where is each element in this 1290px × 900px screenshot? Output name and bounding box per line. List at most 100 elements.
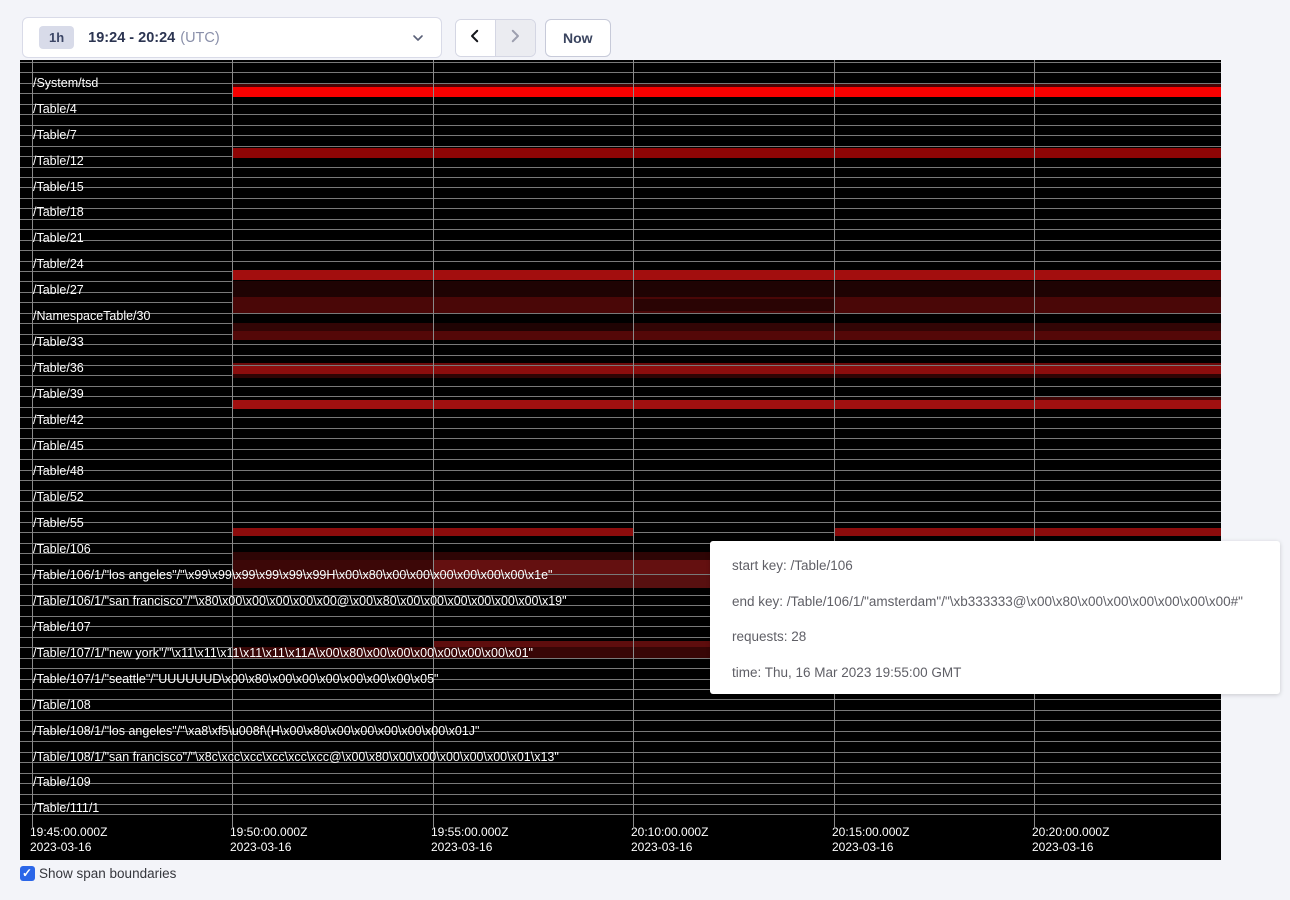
- span-boundary-line: [20, 501, 1221, 502]
- chevron-left-icon: [466, 27, 484, 50]
- heat-band: [232, 400, 1221, 409]
- span-boundary-line: [20, 146, 1221, 147]
- x-axis-tick: 20:10:00.000Z2023-03-16: [631, 825, 708, 855]
- span-boundary-line: [20, 125, 1221, 126]
- span-boundary-line: [20, 522, 1221, 523]
- span-boundary-line: [20, 511, 1221, 512]
- row-label: /Table/27: [33, 283, 84, 297]
- span-boundary-line: [20, 62, 1221, 63]
- span-boundary-line: [20, 720, 1221, 721]
- now-button[interactable]: Now: [545, 19, 611, 57]
- chevron-down-icon: [411, 31, 425, 50]
- chevron-right-icon: [506, 27, 524, 50]
- span-boundary-line: [20, 135, 1221, 136]
- row-label: /Table/106: [33, 542, 91, 556]
- span-boundary-line: [20, 794, 1221, 795]
- heat-band: [232, 363, 1221, 365]
- heat-band: [834, 528, 1221, 536]
- time-gridline: [834, 60, 835, 829]
- next-interval-button-disabled[interactable]: [496, 20, 536, 56]
- heat-band: [232, 331, 1221, 340]
- row-label: /Table/107/1/"seattle"/"UUUUUUD\x00\x80\…: [33, 672, 438, 686]
- time-range-timezone: (UTC): [180, 30, 219, 46]
- row-label: /Table/24: [33, 257, 84, 271]
- tick-date: 2023-03-16: [1032, 840, 1109, 855]
- span-boundary-line: [20, 167, 1221, 168]
- x-axis: 19:45:00.000Z2023-03-1619:50:00.000Z2023…: [20, 822, 1221, 860]
- row-label: /Table/33: [33, 335, 84, 349]
- tooltip-time: time: Thu, 16 Mar 2023 19:55:00 GMT: [732, 665, 1280, 680]
- time-gridline: [232, 60, 233, 829]
- tick-date: 2023-03-16: [30, 840, 107, 855]
- key-visualizer-canvas[interactable]: 19:45:00.000Z2023-03-1619:50:00.000Z2023…: [20, 60, 1221, 860]
- span-boundary-line: [20, 187, 1221, 188]
- row-label: /Table/18: [33, 205, 84, 219]
- heat-band: [232, 374, 1221, 378]
- span-boundary-line: [20, 72, 1221, 73]
- tick-time: 20:20:00.000Z: [1032, 825, 1109, 840]
- row-label: /Table/4: [33, 102, 77, 116]
- span-boundary-line: [20, 459, 1221, 460]
- heat-band: [232, 552, 710, 560]
- show-span-boundaries-checkbox[interactable]: [20, 866, 35, 881]
- heat-band: [232, 281, 1221, 297]
- span-boundary-line: [20, 449, 1221, 450]
- span-boundary-line: [20, 386, 1221, 387]
- span-boundary-line: [20, 114, 1221, 115]
- row-label: /Table/39: [33, 387, 84, 401]
- heat-band: [232, 323, 1221, 331]
- toolbar: 1h 19:24 - 20:24 (UTC) Now: [0, 0, 1290, 60]
- heat-band: [433, 323, 633, 331]
- tick-date: 2023-03-16: [230, 840, 307, 855]
- tick-date: 2023-03-16: [832, 840, 909, 855]
- previous-interval-button[interactable]: [456, 20, 496, 56]
- time-gridline: [633, 60, 634, 829]
- tooltip-requests: requests: 28: [732, 629, 1280, 644]
- time-range-selector[interactable]: 1h 19:24 - 20:24 (UTC): [22, 17, 442, 58]
- span-boundary-line: [20, 355, 1221, 356]
- span-boundary-line: [20, 470, 1221, 471]
- heat-band: [232, 87, 1221, 97]
- tick-time: 19:45:00.000Z: [30, 825, 107, 840]
- span-boundary-line: [20, 438, 1221, 439]
- row-label: /Table/52: [33, 490, 84, 504]
- span-boundary-line: [20, 313, 1221, 314]
- row-label: /Table/109: [33, 775, 91, 789]
- span-boundary-line: [20, 219, 1221, 220]
- tick-time: 20:15:00.000Z: [832, 825, 909, 840]
- row-label: /Table/111/1: [33, 801, 99, 815]
- time-nav-group: [455, 19, 536, 57]
- tick-time: 19:50:00.000Z: [230, 825, 307, 840]
- time-gridline: [1034, 60, 1035, 829]
- tick-date: 2023-03-16: [431, 840, 508, 855]
- span-boundary-line: [20, 783, 1221, 784]
- span-boundary-line: [20, 480, 1221, 481]
- row-label: /Table/48: [33, 464, 84, 478]
- span-tooltip: start key: /Table/106 end key: /Table/10…: [710, 541, 1280, 694]
- row-label: /Table/45: [33, 439, 84, 453]
- x-axis-tick: 20:15:00.000Z2023-03-16: [832, 825, 909, 855]
- span-boundary-line: [20, 198, 1221, 199]
- row-label: /Table/21: [33, 231, 84, 245]
- x-axis-tick: 20:20:00.000Z2023-03-16: [1032, 825, 1109, 855]
- row-label: /Table/107/1/"new york"/"\x11\x11\x11\x1…: [33, 646, 533, 660]
- span-boundary-line: [20, 240, 1221, 241]
- span-boundary-line: [20, 417, 1221, 418]
- heat-band: [633, 299, 834, 311]
- row-label: /Table/108/1/"los angeles"/"\xa8\xf5\u00…: [33, 724, 480, 738]
- row-label: /Table/107: [33, 620, 91, 634]
- show-span-boundaries-label: Show span boundaries: [39, 866, 176, 881]
- tick-date: 2023-03-16: [631, 840, 708, 855]
- tooltip-end-key: end key: /Table/106/1/"amsterdam"/"\xb33…: [732, 594, 1280, 609]
- span-boundary-line: [20, 344, 1221, 345]
- span-boundary-line: [20, 741, 1221, 742]
- heat-band: [232, 270, 1221, 280]
- span-boundary-line: [20, 261, 1221, 262]
- span-boundary-line: [20, 710, 1221, 711]
- row-label: /NamespaceTable/30: [33, 309, 150, 323]
- tooltip-start-key: start key: /Table/106: [732, 558, 1280, 573]
- x-axis-tick: 19:55:00.000Z2023-03-16: [431, 825, 508, 855]
- heat-band: [232, 366, 1221, 374]
- row-label: /Table/106/1/"san francisco"/"\x80\x00\x…: [33, 594, 567, 608]
- row-label: /Table/108/1/"san francisco"/"\x8c\xcc\x…: [33, 750, 559, 764]
